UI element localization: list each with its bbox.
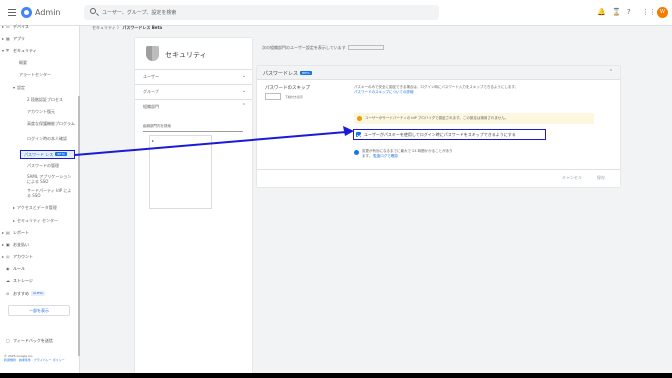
sidebar-item-advanced-protection[interactable]: 高度な保護機能プログラム (27, 121, 75, 126)
sidebar: ▸ ▭ デバイス ▸ ▦ アプリ ▾ ⛨ セキュリティ 概要 アラートセンター ▾ 設定 2 … (0, 24, 80, 373)
main-menu-icon[interactable] (8, 9, 16, 16)
sidebar-scrollbar[interactable] (78, 96, 80, 356)
warning-icon (357, 116, 362, 121)
security-shield-icon (146, 46, 159, 61)
cancel-button[interactable]: キャンセル (562, 175, 582, 181)
info-icon (354, 150, 359, 155)
sidebar-item-overview[interactable]: 概要 (19, 60, 27, 65)
org-name-field (347, 45, 384, 50)
search-placeholder: ユーザー、グループ、設定を検索 (102, 10, 177, 16)
devices-icon: ▭ (6, 24, 10, 29)
search-bar[interactable]: ユーザー、グループ、設定を検索 (84, 5, 439, 20)
breadcrumb-parent[interactable]: セキュリティ (92, 25, 116, 30)
sidebar-item-settings[interactable]: ▾ 設定 (13, 85, 25, 90)
sidebar-item-security-center[interactable]: ▸ セキュリティ センター (13, 218, 58, 223)
recommendation-icon: ⊘ (6, 291, 10, 296)
sidebar-item-access-data[interactable]: ▸ アクセスとデータ管理 (13, 205, 57, 210)
feedback-icon: ▢ (6, 338, 10, 343)
footer-links[interactable]: 利用規約 · 請求条件 · プライバシー ポリシー (4, 358, 76, 362)
rules-icon: ◉ (6, 266, 10, 271)
cloud-icon: ☁ (6, 278, 10, 283)
sidebar-item-devices[interactable]: ▸ ▭ デバイス (2, 24, 29, 29)
search-icon (90, 8, 96, 14)
save-button[interactable]: 保存 (597, 175, 605, 181)
panel-row-org-units[interactable]: 組織部門 ⌃ (135, 99, 252, 114)
sidebar-item-third-party-idp[interactable]: サードパーティ IdP による SSO (27, 188, 75, 198)
chevron-down-icon: ⌄ (241, 88, 246, 94)
sidebar-item-saml-sso[interactable]: SAML アプリケーションによる SSO (27, 174, 75, 184)
chevron-up-icon[interactable]: ⌃ (609, 69, 613, 75)
skip-password-checkbox-row[interactable]: ユーザーがパスキーを使用してログイン時にパスワードをスキップできるようにする (353, 129, 546, 140)
app-title[interactable]: Admin (35, 8, 61, 17)
sidebar-item-billing[interactable]: ▸ ▣ お支払い (2, 242, 29, 247)
chevron-up-icon: ⌃ (241, 103, 246, 109)
info-note: 変更が有効になるまでに最大で 24 時間かかることがあります。 監査ログで確認 (354, 149, 454, 159)
alpha-badge: ALPHA (31, 291, 45, 296)
org-panel: セキュリティ ユーザー ⌄ グループ ⌄ 組織部門 ⌃ 組織部門内を検索 ▸ (135, 38, 252, 373)
chevron-down-icon: ⌄ (241, 73, 246, 79)
sidebar-item-alert-center[interactable]: アラートセンター (19, 72, 51, 77)
apps-grid-icon: ▦ (6, 36, 10, 41)
show-more-button[interactable]: 一部を表示 (8, 305, 70, 316)
org-tree[interactable]: ▸ (149, 135, 212, 209)
learn-more-link[interactable]: パスワードのスキップについての詳細 (354, 90, 413, 94)
checkbox-checked[interactable] (356, 132, 361, 137)
top-bar: Admin ユーザー、グループ、設定を検索 🔔 ⌛ ? ⋮⋮ W (0, 0, 672, 26)
card-header[interactable]: パスワードレス BETA ⌃ (257, 66, 620, 80)
shield-icon: ⛨ (6, 48, 9, 53)
sidebar-item-storage[interactable]: ☁ ストレージ (2, 278, 33, 283)
hourglass-icon[interactable]: ⌛ (612, 9, 621, 16)
sidebar-item-recommendations[interactable]: ⊘ おすすめ ALPHA (2, 291, 45, 296)
beta-badge: BETA (55, 152, 67, 156)
admin-console-window: Admin ユーザー、グループ、設定を検索 🔔 ⌛ ? ⋮⋮ W ▸ ▭ デバイス … (0, 0, 672, 373)
sidebar-footer: © 2025 Google Inc. 利用規約 · 請求条件 · プライバシー … (4, 354, 76, 362)
setting-sublabel: 下線付き表示 (285, 95, 304, 99)
notifications-icon[interactable]: 🔔 (597, 9, 606, 16)
sidebar-item-account[interactable]: ▸ ◎ アカウント (2, 254, 33, 259)
sidebar-item-login-challenge[interactable]: ログイン時の本人確認 (27, 136, 67, 141)
admin-logo-icon (21, 7, 32, 18)
sidebar-item-apps[interactable]: ▸ ▦ アプリ (2, 36, 25, 41)
sidebar-item-password-management[interactable]: パスワードの管理 (27, 163, 59, 168)
setting-label: パスワードのスキップ (265, 86, 310, 91)
panel-row-users[interactable]: ユーザー ⌄ (135, 69, 252, 84)
checkbox-label: ユーザーがパスキーを使用してログイン時にパスワードをスキップできるようにする (364, 132, 516, 137)
card-title: パスワードレス (263, 71, 299, 77)
billing-icon: ▣ (6, 242, 10, 247)
org-search-label: 組織部門内を検索 (143, 124, 171, 128)
panel-row-groups[interactable]: グループ ⌄ (135, 84, 252, 99)
sidebar-item-passwordless[interactable]: パスワード レス BETA (20, 150, 75, 159)
passwordless-card: パスワードレス BETA ⌃ パスワードのスキップ 下線付き表示 パスキーのみで安… (257, 66, 620, 187)
sidebar-item-rules[interactable]: ◉ ルール (2, 266, 25, 271)
breadcrumb-current: パスワードレス Beta (122, 25, 163, 30)
org-search-input[interactable] (143, 131, 243, 132)
apps-icon[interactable]: ⋮⋮ (642, 9, 656, 16)
panel-title: セキュリティ (165, 51, 207, 59)
feedback-link[interactable]: ▢ フィードバックを送信 (2, 338, 53, 343)
avatar[interactable]: W (657, 7, 668, 18)
account-icon: ◎ (6, 254, 10, 259)
org-tree-expand-icon[interactable]: ▸ (152, 138, 154, 143)
sidebar-item-2sv[interactable]: 2 段階認証プロセス (27, 97, 63, 102)
beta-badge: BETA (300, 71, 312, 75)
org-context-info: 次の組織部門のユーザー設定を表示しています (262, 45, 384, 51)
sidebar-item-reports[interactable]: ▸ ▤ レポート (2, 230, 29, 235)
sidebar-item-security[interactable]: ▾ ⛨ セキュリティ (2, 48, 37, 53)
help-icon[interactable]: ? (627, 9, 631, 16)
setting-description: パスキーのみで安全に認証できる場合は、ログイン時にパスワード入力をスキップできる… (354, 85, 519, 94)
breadcrumb-separator: 〉 (117, 25, 122, 30)
audit-log-link[interactable]: 監査ログで確認 (373, 154, 398, 158)
warning-banner: ユーザーがサードパーティの IdP プロバイダで認証されます。この設定は適用され… (354, 113, 594, 124)
divider (257, 169, 620, 170)
chart-icon: ▤ (6, 230, 10, 235)
setting-scope-field (265, 93, 281, 100)
sidebar-item-account-recovery[interactable]: アカウント復元 (27, 109, 55, 114)
breadcrumb: セキュリティ 〉 パスワードレス Beta (92, 25, 162, 31)
